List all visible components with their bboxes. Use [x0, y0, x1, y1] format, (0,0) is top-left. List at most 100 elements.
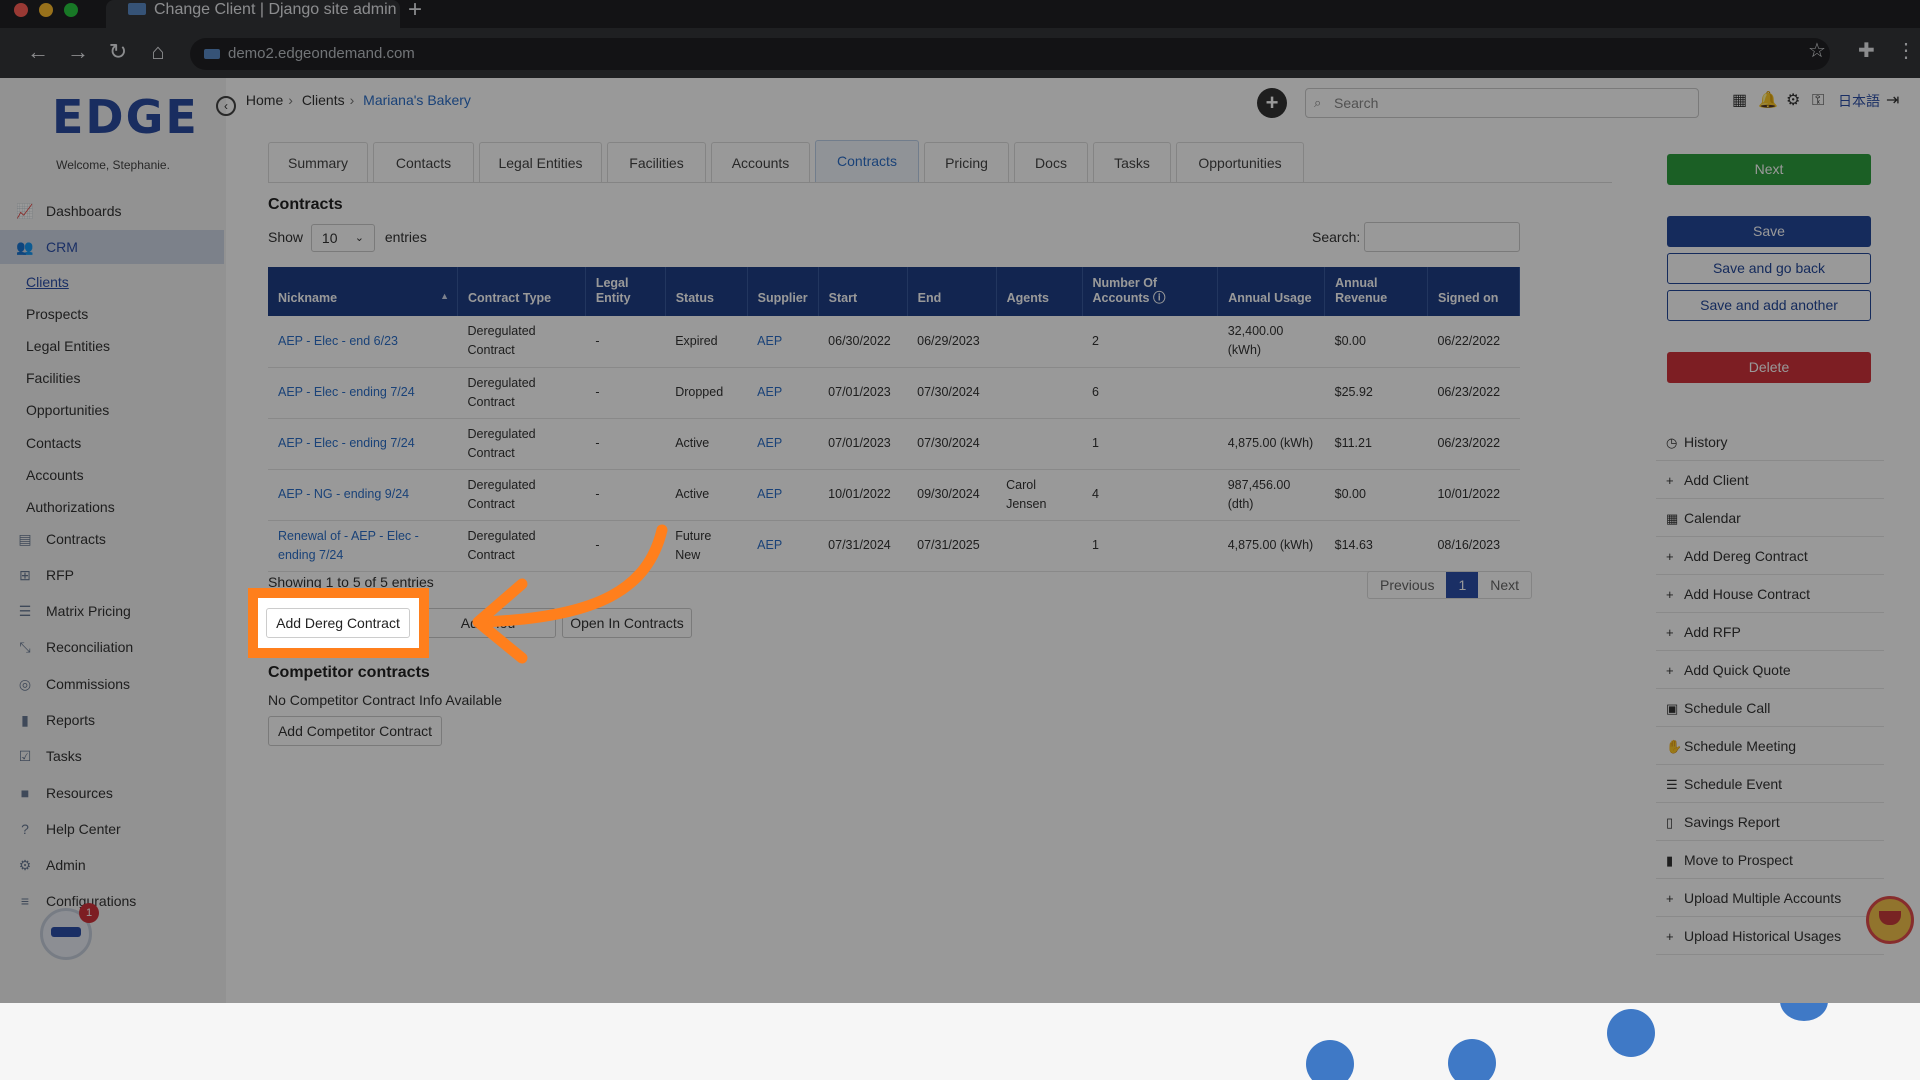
column-header-status[interactable]: Status [665, 267, 748, 316]
breadcrumb-home[interactable]: Home [246, 92, 283, 108]
cell-nickname[interactable]: AEP - Elec - end 6/23 [268, 316, 458, 368]
bookmark-star-icon[interactable]: ☆ [1808, 40, 1826, 62]
delete-button[interactable]: Delete [1667, 352, 1871, 383]
sidebar-item-contracts[interactable]: ▤ Contracts [0, 522, 224, 556]
column-header-number-of-accounts[interactable]: Number Of Accounts ⓘ [1082, 267, 1219, 316]
tab-accounts[interactable]: Accounts [711, 142, 810, 182]
global-search-input[interactable]: ⌕ Search [1305, 88, 1699, 118]
address-bar[interactable]: demo2.edgeondemand.com [190, 38, 1830, 70]
sidebar-subitem-clients[interactable]: Clients [26, 272, 69, 292]
column-header-nickname[interactable]: Nickname ▲ [268, 267, 459, 316]
column-header-legal-entity[interactable]: Legal Entity [585, 267, 666, 316]
column-header-start[interactable]: Start [818, 267, 908, 316]
page-size-select[interactable]: 10 ⌄ [310, 224, 375, 253]
column-header-signed-on[interactable]: Signed on [1427, 267, 1521, 316]
action-upload-historical-usages[interactable]: + Upload Historical Usages [1656, 917, 1884, 955]
next-button[interactable]: Next [1667, 154, 1871, 185]
back-circle-icon[interactable]: ‹ [216, 96, 236, 116]
logout-icon[interactable]: ⇥ [1886, 92, 1899, 110]
action-schedule-meeting[interactable]: ✋ Schedule Meeting [1656, 727, 1884, 765]
tab-legal-entities[interactable]: Legal Entities [479, 142, 602, 182]
bell-icon[interactable]: 🔔 [1758, 92, 1778, 110]
back-icon[interactable]: ← [26, 41, 50, 63]
cell-supplier[interactable]: AEP [747, 418, 819, 470]
pagination-page-1[interactable]: 1 [1446, 572, 1479, 598]
welcome-tour-badge[interactable]: 1 [40, 903, 99, 960]
sidebar-item-dashboards[interactable]: 📈 Dashboards [0, 194, 224, 228]
sidebar-item-tasks[interactable]: ☑ Tasks [0, 739, 224, 773]
action-add-quick-quote[interactable]: + Add Quick Quote [1656, 651, 1884, 689]
sidebar-item-resources[interactable]: ■ Resources [0, 776, 224, 810]
column-header-supplier[interactable]: Supplier [747, 267, 819, 316]
language-switch[interactable]: 日本語 [1838, 92, 1880, 110]
home-icon[interactable]: ⌂ [146, 41, 170, 63]
sidebar-item-configurations[interactable]: ≡ Configurations [0, 884, 224, 918]
browser-tab[interactable]: Change Client | Django site admin [106, 0, 400, 28]
add-dereg-contract-button[interactable]: Add Dereg Contract [266, 608, 410, 638]
tab-contracts[interactable]: Contracts [815, 140, 919, 182]
action-add-dereg-contract[interactable]: + Add Dereg Contract [1656, 537, 1884, 575]
action-schedule-event[interactable]: ☰ Schedule Event [1656, 765, 1884, 803]
action-history[interactable]: ◷ History [1656, 423, 1884, 461]
breadcrumb-clients[interactable]: Clients [302, 92, 345, 108]
cell-nickname[interactable]: AEP - Elec - ending 7/24 [268, 367, 458, 419]
sidebar-item-reconciliation[interactable]: ⤡ Reconciliation [0, 630, 224, 664]
sidebar-item-matrix-pricing[interactable]: ☰ Matrix Pricing [0, 594, 224, 628]
column-header-agents[interactable]: Agents [996, 267, 1083, 316]
sidebar-subitem-opportunities[interactable]: Opportunities [26, 400, 109, 420]
close-window-icon[interactable] [14, 3, 28, 17]
table-search-input[interactable] [1364, 222, 1520, 252]
sidebar-subitem-accounts[interactable]: Accounts [26, 465, 84, 485]
new-tab-icon[interactable]: + [408, 0, 422, 22]
minimize-window-icon[interactable] [39, 3, 53, 17]
sidebar-item-admin[interactable]: ⚙ Admin [0, 848, 224, 882]
cell-nickname[interactable]: Renewal of - AEP - Elec - ending 7/24 [268, 520, 458, 572]
sidebar-item-crm[interactable]: 👥 CRM [0, 230, 224, 264]
maximize-window-icon[interactable] [64, 3, 78, 17]
sidebar-subitem-legal-entities[interactable]: Legal Entities [26, 336, 110, 356]
action-add-house-contract[interactable]: + Add House Contract [1656, 575, 1884, 613]
cell-nickname[interactable]: AEP - Elec - ending 7/24 [268, 418, 458, 470]
action-add-rfp[interactable]: + Add RFP [1656, 613, 1884, 651]
action-schedule-call[interactable]: ▣ Schedule Call [1656, 689, 1884, 727]
add-competitor-contract-button[interactable]: Add Competitor Contract [268, 716, 442, 746]
tab-docs[interactable]: Docs [1014, 142, 1088, 182]
calendar-icon[interactable]: ▦ [1732, 92, 1747, 110]
pagination-next[interactable]: Next [1478, 572, 1531, 598]
sidebar-subitem-facilities[interactable]: Facilities [26, 368, 80, 388]
sidebar-item-help-center[interactable]: ? Help Center [0, 812, 224, 846]
pagination-previous[interactable]: Previous [1368, 572, 1446, 598]
tab-contacts[interactable]: Contacts [373, 142, 474, 182]
tab-tasks[interactable]: Tasks [1093, 142, 1171, 182]
column-header-end[interactable]: End [907, 267, 997, 316]
cell-nickname[interactable]: AEP - NG - ending 9/24 [268, 469, 458, 521]
edge-logo[interactable]: EDGE [52, 90, 199, 144]
cell-supplier[interactable]: AEP [747, 469, 819, 521]
column-header-annual-revenue[interactable]: Annual Revenue [1324, 267, 1428, 316]
cell-supplier[interactable]: AEP [747, 316, 819, 368]
tab-summary[interactable]: Summary [268, 142, 368, 182]
extensions-icon[interactable]: ✚ [1858, 40, 1875, 62]
quick-add-icon[interactable]: + [1257, 88, 1287, 118]
action-move-to-prospect[interactable]: ▮ Move to Prospect [1656, 841, 1884, 879]
sidebar-subitem-prospects[interactable]: Prospects [26, 304, 88, 324]
sidebar-item-reports[interactable]: ▮ Reports [0, 703, 224, 737]
column-header-contract-type[interactable]: Contract Type [457, 267, 586, 316]
cell-supplier[interactable]: AEP [747, 520, 819, 572]
tab-facilities[interactable]: Facilities [607, 142, 706, 182]
help-assistant-avatar[interactable] [1866, 896, 1914, 944]
browser-menu-icon[interactable]: ⋮ [1896, 40, 1916, 62]
sidebar-item-commissions[interactable]: ◎ Commissions [0, 667, 224, 701]
action-calendar[interactable]: ▦ Calendar [1656, 499, 1884, 537]
save-button[interactable]: Save [1667, 216, 1871, 247]
sidebar-item-rfp[interactable]: ⊞ RFP [0, 558, 224, 592]
sidebar-subitem-authorizations[interactable]: Authorizations [26, 497, 115, 517]
site-info-icon[interactable] [204, 49, 220, 59]
cell-supplier[interactable]: AEP [747, 367, 819, 419]
save-and-go-back-button[interactable]: Save and go back [1667, 253, 1871, 284]
tab-opportunities[interactable]: Opportunities [1176, 142, 1304, 182]
column-header-annual-usage[interactable]: Annual Usage [1217, 267, 1326, 316]
forward-icon[interactable]: → [66, 41, 90, 63]
sidebar-subitem-contacts[interactable]: Contacts [26, 433, 81, 453]
action-add-client[interactable]: + Add Client [1656, 461, 1884, 499]
